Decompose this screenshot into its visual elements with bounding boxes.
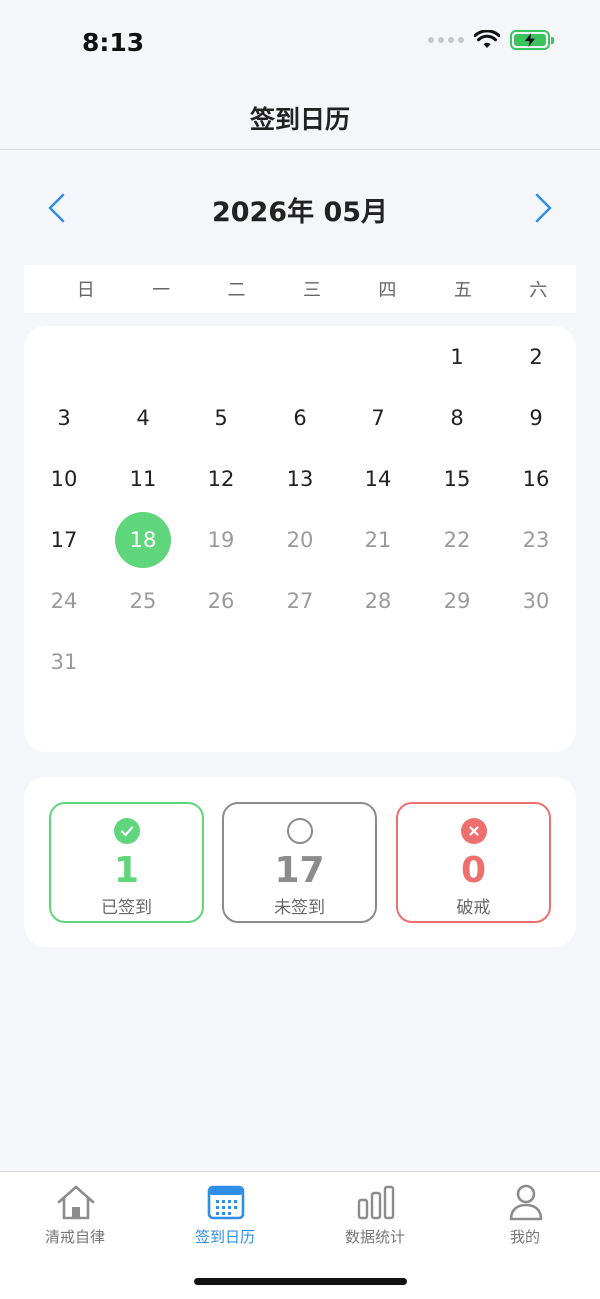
x-circle-icon: [460, 818, 487, 844]
wifi-icon: [474, 30, 500, 48]
check-circle-icon: [113, 818, 140, 844]
tab-home[interactable]: 清戒自律: [0, 1182, 150, 1252]
weekday-label: 一: [152, 280, 171, 301]
calendar-day[interactable]: 1: [429, 329, 485, 385]
status-icons: [428, 30, 554, 50]
calendar-day[interactable]: 28: [350, 573, 406, 629]
signal-icon: [428, 37, 464, 43]
calendar-day[interactable]: 31: [36, 634, 92, 690]
page-title: 签到日历: [249, 105, 350, 134]
tab-label: 清戒自律: [44, 1228, 105, 1246]
calendar-day[interactable]: 26: [193, 573, 249, 629]
tab-profile[interactable]: 我的: [450, 1182, 600, 1252]
status-bar: 8:13: [0, 0, 600, 88]
tab-calendar[interactable]: 签到日历: [150, 1182, 300, 1252]
unsigned-stat[interactable]: 17 未签到: [222, 802, 377, 923]
calendar-day[interactable]: 10: [36, 451, 92, 507]
weekday-row: 日 一 二 三 四 五 六: [24, 265, 576, 313]
calendar-icon: [207, 1185, 245, 1220]
empty-circle-icon: [286, 818, 313, 844]
calendar-day[interactable]: 6: [272, 390, 328, 446]
calendar-day[interactable]: 23: [508, 512, 564, 568]
signed-count: 1: [113, 850, 140, 891]
battery-icon: [510, 30, 554, 50]
month-header: 2026年 05月: [0, 180, 600, 236]
calendar-day[interactable]: 19: [193, 512, 249, 568]
calendar-day[interactable]: 27: [272, 573, 328, 629]
status-time: 8:13: [82, 28, 145, 57]
person-icon: [509, 1184, 543, 1221]
calendar-day[interactable]: 7: [350, 390, 406, 446]
tab-label: 签到日历: [194, 1228, 255, 1246]
calendar-day-today[interactable]: 18: [115, 512, 171, 568]
unsigned-label: 未签到: [274, 898, 325, 918]
stats-card: 1 已签到 17 未签到 0 破戒: [24, 777, 576, 947]
calendar-day[interactable]: 13: [272, 451, 328, 507]
calendar-day[interactable]: 17: [36, 512, 92, 568]
broken-count: 0: [460, 850, 487, 891]
calendar-day[interactable]: 20: [272, 512, 328, 568]
calendar-day[interactable]: 16: [508, 451, 564, 507]
calendar-day[interactable]: 21: [350, 512, 406, 568]
house-icon: [57, 1185, 95, 1220]
calendar-day[interactable]: 3: [36, 390, 92, 446]
broken-label: 破戒: [456, 898, 491, 918]
calendar-day[interactable]: 14: [350, 451, 406, 507]
weekday-label: 四: [378, 280, 397, 301]
calendar-day[interactable]: 9: [508, 390, 564, 446]
calendar-day[interactable]: 24: [36, 573, 92, 629]
tab-label: 数据统计: [344, 1228, 405, 1246]
next-month-button[interactable]: [524, 190, 560, 226]
calendar-day[interactable]: 4: [115, 390, 171, 446]
weekday-label: 二: [227, 280, 246, 301]
calendar-day[interactable]: 12: [193, 451, 249, 507]
weekday-label: 日: [76, 280, 95, 301]
weekday-label: 六: [529, 280, 548, 301]
calendar-day[interactable]: 25: [115, 573, 171, 629]
calendar-day[interactable]: 8: [429, 390, 485, 446]
calendar-grid: 1 2 3 4 5 6 7 8 9 10 11 12 13 14 15 16 17 18 19 20 21 22 23 24 2…: [24, 326, 576, 752]
calendar-day[interactable]: 29: [429, 573, 485, 629]
calendar-day[interactable]: 15: [429, 451, 485, 507]
calendar-day[interactable]: 11: [115, 451, 171, 507]
month-title: 2026年 05月: [211, 197, 389, 228]
nav-bar: 签到日历: [0, 88, 600, 150]
bar-chart-icon: [357, 1185, 395, 1220]
calendar-day[interactable]: 22: [429, 512, 485, 568]
tab-statistics[interactable]: 数据统计: [300, 1182, 450, 1252]
broken-stat[interactable]: 0 破戒: [396, 802, 551, 923]
calendar-day[interactable]: 5: [193, 390, 249, 446]
signed-label: 已签到: [101, 898, 152, 918]
home-indicator: [194, 1278, 407, 1285]
chevron-right-icon: [535, 193, 552, 223]
unsigned-count: 17: [274, 850, 325, 891]
calendar-day[interactable]: 30: [508, 573, 564, 629]
calendar-day[interactable]: 2: [508, 329, 564, 385]
weekday-label: 三: [302, 280, 321, 301]
weekday-label: 五: [453, 280, 472, 301]
tab-label: 我的: [509, 1228, 540, 1246]
signed-stat[interactable]: 1 已签到: [49, 802, 204, 923]
